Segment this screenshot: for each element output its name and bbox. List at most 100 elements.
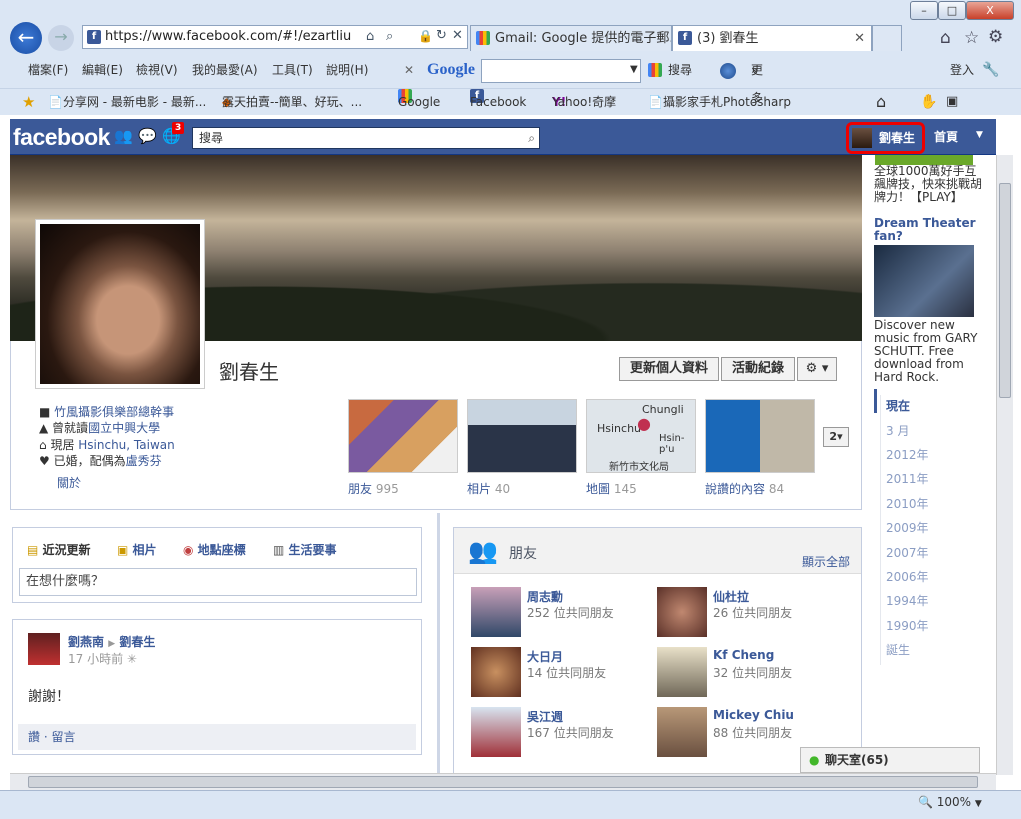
friends-tile-label[interactable]: 朋友 995	[348, 480, 399, 497]
avatar[interactable]	[28, 633, 60, 665]
menu-view[interactable]: 檢視(V)	[136, 56, 178, 84]
home-icon[interactable]: ⌂	[876, 89, 886, 115]
map-tile[interactable]: Chungli Hsinchu Hsin-p'u 新竹市文化局 ●	[586, 399, 696, 473]
feed-icon[interactable]: ▣	[946, 89, 958, 115]
messages-icon[interactable]: 💬	[138, 127, 157, 145]
chevron-down-icon[interactable]: ▼	[630, 56, 638, 84]
friend-mutual[interactable]: 167 位共同朋友	[527, 724, 614, 741]
close-window-button[interactable]: X	[966, 1, 1014, 20]
friend-mutual[interactable]: 26 位共同朋友	[713, 604, 792, 621]
forward-button[interactable]: →	[48, 25, 74, 51]
timeline-year[interactable]: 2009年	[886, 519, 929, 536]
timeline-year[interactable]: 2007年	[886, 544, 929, 561]
search-icon[interactable]: ⌕	[528, 128, 535, 148]
gear-icon[interactable]: ⚙	[988, 27, 1003, 47]
address-bar[interactable]: f https://www.facebook.com/#!/ezartliu	[82, 25, 468, 49]
timeline-year[interactable]: 誕生	[886, 641, 910, 658]
menu-tools[interactable]: 工具(T)	[272, 56, 313, 84]
stop-icon[interactable]: ✕	[452, 28, 463, 43]
chat-bar[interactable]: ● 聊天室(65)	[800, 747, 980, 773]
timeline-year[interactable]: 2006年	[886, 568, 929, 585]
settings-dropdown-button[interactable]: ⚙ ▾	[797, 357, 837, 381]
back-button[interactable]: ←	[10, 22, 42, 54]
friend-name[interactable]: 周志勳	[527, 588, 563, 605]
hand-icon[interactable]: ✋	[920, 89, 937, 115]
about-link[interactable]: 關於	[57, 475, 81, 491]
friend-photo[interactable]	[657, 587, 707, 637]
tab-facebook[interactable]: f (3) 劉春生 ✕	[672, 25, 872, 51]
edit-profile-button[interactable]: 更新個人資料	[619, 357, 719, 381]
maximize-button[interactable]: □	[938, 1, 966, 20]
zoom-control[interactable]: 🔍 100% ▼	[918, 795, 982, 809]
ad-text[interactable]: 全球1000萬好手互飆牌技，快來挑戰胡牌力！【PLAY】	[874, 165, 986, 204]
spouse-link[interactable]: 盧秀芬	[126, 454, 162, 468]
timeline-year[interactable]: 2012年	[886, 446, 929, 463]
friend-requests-icon[interactable]: 👥	[114, 127, 133, 145]
vertical-scrollbar[interactable]	[996, 155, 1013, 775]
timeline-year[interactable]: 1990年	[886, 617, 929, 634]
home-icon[interactable]: ⌂	[940, 28, 951, 48]
friend-mutual[interactable]: 32 位共同朋友	[713, 664, 792, 681]
tab-close-icon[interactable]: ✕	[854, 26, 865, 51]
favorites-star-icon[interactable]: ★	[22, 89, 35, 115]
friend-mutual[interactable]: 88 位共同朋友	[713, 724, 792, 741]
lock-icon[interactable]: 🔒	[418, 29, 433, 43]
horizontal-scrollbar[interactable]	[10, 773, 996, 790]
photos-tile-label[interactable]: 相片 40	[467, 480, 510, 497]
ad-title[interactable]: Dream Theater fan?	[874, 217, 992, 243]
favorite-item[interactable]: 📄 攝影家手札Photosharp	[648, 89, 791, 115]
timeline-year[interactable]: 1994年	[886, 592, 929, 609]
facebook-logo[interactable]: facebook	[13, 124, 110, 151]
school-link[interactable]: 國立中興大學	[88, 421, 160, 435]
status-input[interactable]: 在想什麼嗎？	[19, 568, 417, 596]
refresh-icon[interactable]: ↻	[436, 28, 447, 43]
account-menu-chevron-icon[interactable]: ▼	[976, 130, 983, 140]
like-link[interactable]: 讚	[28, 730, 40, 744]
profile-link[interactable]: 劉春生	[846, 122, 925, 154]
friends-tile[interactable]	[348, 399, 458, 473]
friend-mutual[interactable]: 252 位共同朋友	[527, 604, 614, 621]
ad-text[interactable]: Discover new music from GARY SCHUTT. Fre…	[874, 319, 994, 384]
friend-mutual[interactable]: 14 位共同朋友	[527, 664, 606, 681]
more-tiles-button[interactable]: 2▾	[823, 427, 849, 447]
profile-picture[interactable]	[35, 219, 205, 389]
friend-photo[interactable]	[657, 647, 707, 697]
friend-photo[interactable]	[657, 707, 707, 757]
timeline-year[interactable]: 2011年	[886, 470, 929, 487]
more-settings-button[interactable]: 更多設定 »	[751, 56, 763, 161]
home-link[interactable]: 首頁	[934, 128, 958, 145]
friend-photo[interactable]	[471, 707, 521, 757]
menu-edit[interactable]: 編輯(E)	[82, 56, 123, 84]
menu-file[interactable]: 檔案(F)	[28, 56, 68, 84]
minimize-button[interactable]: –	[910, 1, 938, 20]
favorite-item[interactable]: 📄 分享网 - 最新电影 - 最新...	[48, 89, 206, 115]
friend-name[interactable]: Mickey Chiu	[713, 708, 794, 722]
tab-life-event[interactable]: ▥ 生活要事	[273, 541, 337, 558]
ad-image[interactable]	[874, 245, 974, 317]
show-all-link[interactable]: 顯示全部	[802, 553, 850, 570]
likes-tile-label[interactable]: 說讚的內容 84	[705, 480, 784, 497]
wrench-icon[interactable]: 🔧	[982, 56, 999, 84]
comment-link[interactable]: 留言	[51, 730, 75, 744]
google-search-button[interactable]: 搜尋	[668, 56, 692, 84]
tab-status[interactable]: ▤ 近況更新	[27, 541, 91, 558]
map-tile-label[interactable]: 地圖 145	[586, 480, 637, 497]
likes-tile[interactable]	[705, 399, 815, 473]
friend-name[interactable]: 吳江週	[527, 708, 563, 725]
tab-gmail[interactable]: Gmail: Google 提供的電子郵...	[470, 25, 672, 51]
friend-name[interactable]: 大日月	[527, 648, 563, 665]
compat-view-icon[interactable]: ⌂	[366, 29, 374, 44]
timeline-year[interactable]: 3 月	[886, 422, 909, 439]
timeline-year-now[interactable]: 現在	[886, 397, 910, 414]
friend-photo[interactable]	[471, 647, 521, 697]
scrollbar-thumb[interactable]	[999, 183, 1011, 398]
new-tab-button[interactable]	[872, 25, 902, 51]
friend-photo[interactable]	[471, 587, 521, 637]
tab-photo[interactable]: ▣ 相片	[117, 541, 157, 558]
activity-log-button[interactable]: 活動紀錄	[721, 357, 795, 381]
google-search-input[interactable]	[481, 59, 641, 83]
tab-place[interactable]: ◉ 地點座標	[183, 541, 246, 558]
photos-tile[interactable]	[467, 399, 577, 473]
timeline-year[interactable]: 2010年	[886, 495, 929, 512]
post-timestamp[interactable]: 17 小時前 ✳	[68, 650, 137, 667]
